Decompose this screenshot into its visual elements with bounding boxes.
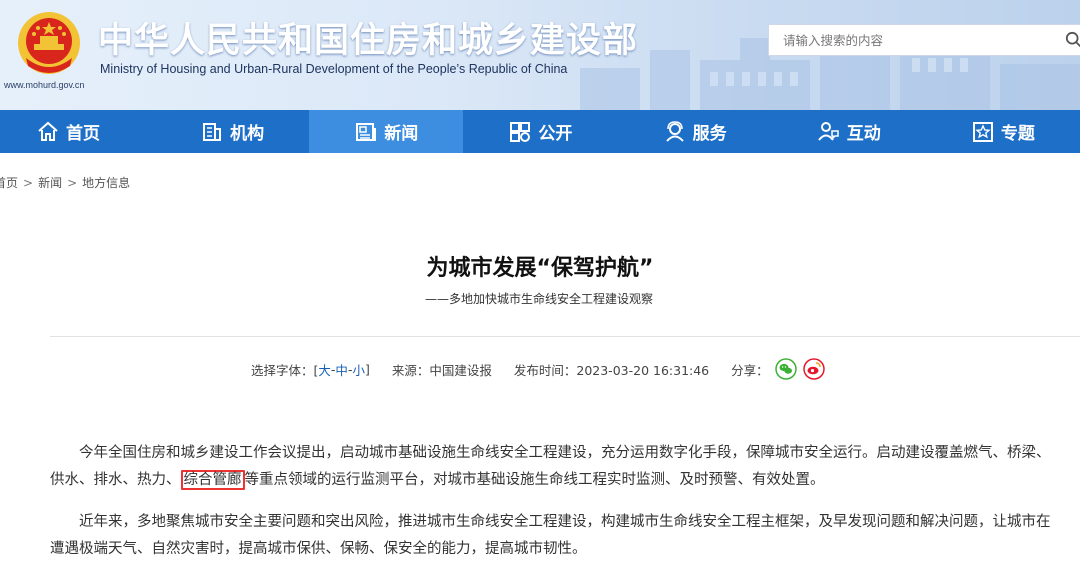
weibo-share-icon[interactable] bbox=[802, 358, 825, 380]
main-nav: 首页 机构 新闻 公开 服务 互动 专题 bbox=[0, 110, 1080, 153]
divider bbox=[50, 336, 1080, 337]
article-source: 来源：中国建设报 bbox=[391, 362, 492, 378]
article-title: 为城市发展“保驾护航” bbox=[426, 256, 654, 281]
nav-item-home[interactable]: 首页 bbox=[0, 110, 155, 153]
font-size-large-button[interactable]: 大 bbox=[318, 360, 331, 379]
search-icon[interactable] bbox=[1065, 31, 1080, 49]
search-input[interactable] bbox=[769, 25, 1067, 55]
home-icon bbox=[38, 121, 58, 141]
nav-label-service: 服务 bbox=[692, 124, 727, 144]
breadcrumb-news[interactable]: 新闻 bbox=[38, 176, 62, 190]
article-paragraph-1: 今年全国住房和城乡建设工作会议提出，启动城市基础设施生命线安全工程建设，充分运用… bbox=[50, 440, 1062, 494]
search-box bbox=[768, 24, 1080, 56]
service-icon bbox=[665, 120, 684, 142]
font-size-close: ] bbox=[364, 361, 370, 377]
open-icon bbox=[510, 121, 531, 142]
share-label: 分享： bbox=[731, 362, 769, 378]
news-icon bbox=[356, 122, 377, 141]
breadcrumb: 首页 > 新闻 > 地方信息 bbox=[0, 174, 130, 191]
nav-item-public[interactable]: 公开 bbox=[463, 110, 617, 153]
publish-time: 发布时间：2023-03-20 16:31:46 bbox=[513, 362, 710, 378]
nav-item-organization[interactable]: 机构 bbox=[155, 110, 309, 153]
nav-label-organization: 机构 bbox=[230, 124, 265, 144]
wechat-share-icon[interactable] bbox=[774, 358, 797, 380]
nav-item-interact[interactable]: 互动 bbox=[772, 110, 926, 153]
font-size-small-button[interactable]: 小 bbox=[352, 360, 365, 379]
site-title[interactable]: 中华人民共和国住房和城乡建设部 bbox=[98, 12, 638, 63]
nav-label-public: 公开 bbox=[538, 124, 573, 144]
nav-label-topic: 专题 bbox=[1000, 124, 1035, 144]
article-subtitle: ——多地加快城市生命线安全工程建设观察 bbox=[425, 292, 654, 306]
interact-icon bbox=[817, 121, 839, 141]
font-size-label: 选择字体：[ bbox=[251, 362, 319, 378]
nav-item-service[interactable]: 服务 bbox=[618, 110, 772, 153]
highlighted-term: 综合管廊 bbox=[180, 470, 245, 490]
building-icon bbox=[203, 122, 222, 141]
breadcrumb-home[interactable]: 首页 bbox=[0, 176, 18, 190]
site-header: www.mohurd.gov.cn 中华人民共和国住房和城乡建设部 Minist… bbox=[0, 0, 1080, 110]
font-size-medium-button[interactable]: 中 bbox=[335, 360, 348, 379]
nav-label-home: 首页 bbox=[66, 124, 100, 144]
topic-icon bbox=[972, 121, 993, 142]
breadcrumb-local-info[interactable]: 地方信息 bbox=[82, 176, 130, 190]
site-subtitle-english: Ministry of Housing and Urban-Rural Deve… bbox=[100, 62, 568, 76]
paragraph-1-text-after: 等重点领域的运行监测平台，对城市基础设施生命线工程实时监测、及时预警、有效处置。 bbox=[244, 472, 825, 488]
nav-label-interact: 互动 bbox=[846, 124, 881, 144]
breadcrumb-separator: > bbox=[67, 176, 78, 190]
nav-item-topic[interactable]: 专题 bbox=[926, 110, 1080, 153]
site-url: www.mohurd.gov.cn bbox=[4, 80, 85, 90]
national-emblem-logo bbox=[18, 12, 80, 74]
breadcrumb-separator: > bbox=[23, 176, 34, 190]
article-meta: 选择字体：[ 大 - 中 - 小 ] 来源：中国建设报 发布时间：2023-03… bbox=[251, 358, 825, 380]
nav-item-news[interactable]: 新闻 bbox=[309, 110, 464, 153]
article-paragraph-2: 近年来，多地聚焦城市安全主要问题和突出风险，推进城市生命线安全工程建设，构建城市… bbox=[50, 514, 1051, 557]
nav-label-news: 新闻 bbox=[384, 124, 419, 144]
